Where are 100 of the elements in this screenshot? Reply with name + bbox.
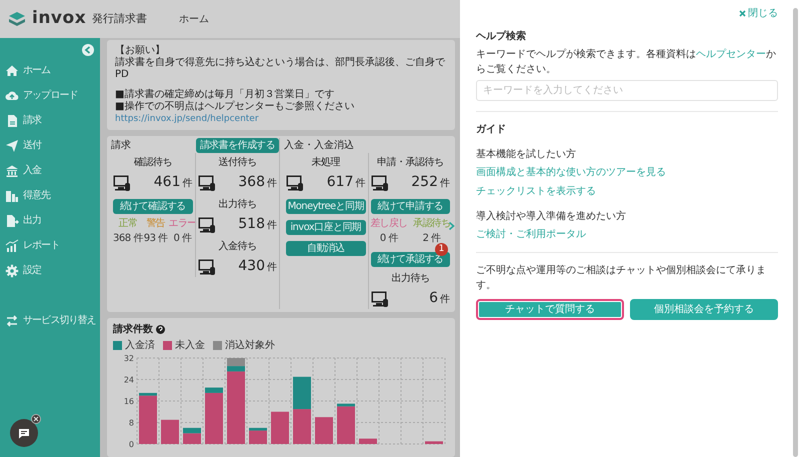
chat-button[interactable]: [10, 419, 38, 447]
metric-count: 6 件: [429, 289, 450, 308]
sidebar-item[interactable]: 設定: [0, 258, 100, 283]
y-tick-label: 32: [124, 354, 134, 363]
status-label: 警告: [146, 216, 165, 231]
file-export-icon: [5, 214, 19, 228]
contact-text: ご不明な点や運用等のご相談はチャットや個別相談会にて承ります。: [476, 264, 767, 293]
chart-title: 請求件数: [113, 322, 153, 337]
switch-arrows-icon: [5, 314, 19, 328]
action-button[interactable]: 続けて承認する: [370, 252, 450, 267]
help-icon: [156, 325, 165, 334]
action-button[interactable]: 続けて申請する: [370, 199, 450, 214]
breadcrumb[interactable]: ホーム: [179, 12, 210, 26]
scrollbar[interactable]: [793, 8, 798, 457]
legend-item[interactable]: 入金済: [113, 338, 155, 353]
search-field[interactable]: キーワードを入力してください: [476, 80, 778, 101]
metric-label: 未処理: [312, 156, 340, 170]
sidebar-item[interactable]: 出力: [0, 208, 100, 233]
home-icon: [5, 64, 19, 78]
contact-button[interactable]: チャットで質問する: [476, 299, 624, 320]
gear-icon: [5, 264, 19, 278]
expand-icon[interactable]: [448, 221, 455, 231]
close-icon: [33, 416, 39, 422]
metric-count: 368 件: [238, 173, 277, 192]
monitor-icon: [198, 216, 214, 232]
section-title: 請求: [111, 138, 131, 153]
chat-close-button[interactable]: [31, 414, 41, 424]
bank-icon: [5, 164, 19, 178]
y-tick-label: 0: [128, 440, 134, 449]
sidebar-item[interactable]: レポート: [0, 233, 100, 258]
action-button[interactable]: 続けて確認する: [113, 199, 192, 214]
logo-icon: [8, 11, 26, 27]
monitor-icon: [370, 174, 388, 190]
create-invoice-button[interactable]: 請求書を作成する: [196, 138, 279, 153]
guide-label: 基本機能を試したい方: [476, 148, 577, 162]
contact-button[interactable]: 個別相談会を予約する: [630, 299, 778, 320]
monitor-icon: [370, 290, 388, 306]
status-label: 差し戻し: [370, 216, 408, 231]
metric-count: 430 件: [238, 257, 277, 276]
metric-label: 出力待ち: [218, 198, 256, 212]
metric-count: 252 件: [411, 173, 450, 192]
sidebar-item[interactable]: 得意先: [0, 183, 100, 208]
help-center-link[interactable]: https://invox.jp/send/helpcenter: [115, 113, 259, 125]
action-button[interactable]: 自動消込: [286, 241, 366, 256]
action-button[interactable]: invox口座と同期: [286, 220, 366, 235]
status-count: 0 件: [380, 232, 398, 246]
notice-text: 【お願い】: [115, 45, 166, 56]
guide-link[interactable]: 画面構成と基本的な使い方のツアーを見る: [476, 167, 666, 178]
guide-label: 導入検討や導入準備を進めたい方: [476, 210, 627, 224]
collapse-icon[interactable]: [82, 44, 94, 56]
close-link[interactable]: 閉じる: [739, 6, 778, 21]
bar-segment: [315, 417, 333, 444]
metric-count: 518 件: [238, 215, 277, 234]
sidebar-item[interactable]: 入金: [0, 158, 100, 183]
monitor-icon: [113, 174, 130, 190]
action-button[interactable]: Moneytreeと同期: [286, 199, 366, 214]
sidebar-item[interactable]: 請求: [0, 108, 100, 133]
close-icon: [739, 10, 746, 17]
bar-chart-icon: [5, 238, 19, 252]
bar-segment: [293, 376, 311, 410]
bar-segment: [425, 441, 443, 444]
help-center-link[interactable]: ヘルプセンター: [696, 49, 766, 60]
document-icon: [5, 114, 19, 128]
bar-segment: [293, 409, 311, 444]
status-count: 0 件: [173, 232, 192, 246]
guide-link[interactable]: ご検討・ご利用ポータル: [476, 229, 586, 240]
metric-label: 申請・承認待ち: [377, 156, 444, 170]
buildings-icon: [5, 188, 19, 202]
sidebar-item[interactable]: 送付: [0, 133, 100, 158]
status-count: 93 件: [144, 232, 168, 246]
legend-item[interactable]: 未入金: [163, 338, 205, 353]
notice-text: ■操作での不明点はヘルプセンターもご参照ください: [115, 101, 356, 113]
cloud-upload-icon: [5, 88, 19, 102]
status-label: 承認待ち: [413, 216, 450, 231]
sidebar-item[interactable]: ホーム: [0, 58, 100, 83]
paper-plane-icon: [5, 138, 19, 152]
sidebar-item[interactable]: アップロード: [0, 83, 100, 108]
monitor-icon: [198, 174, 214, 190]
bar-segment: [161, 420, 179, 444]
metric-count: 461 件: [154, 173, 192, 192]
status-count: 2 件: [422, 232, 441, 244]
y-tick-label: 24: [124, 376, 134, 384]
metric-label: 出力待ち: [391, 272, 430, 286]
guide-link[interactable]: チェックリストを表示する: [476, 186, 596, 197]
status-label: 正常: [118, 216, 138, 231]
y-tick-label: 8: [128, 418, 134, 428]
metric-count: 617 件: [326, 173, 366, 192]
legend-item[interactable]: 消込対象外: [213, 338, 275, 353]
bar-segment: [359, 438, 377, 444]
sidebar-item[interactable]: サービス切り替え: [0, 308, 100, 333]
notice-text: 請求書を自身で得意先に持ち込むという場合は、部門長承認後、ご自身でPD: [115, 57, 446, 81]
metric-label: 送付待ち: [218, 156, 256, 170]
chat-icon: [18, 428, 30, 438]
section-title: 入金・入金消込: [284, 138, 354, 153]
monitor-icon: [198, 258, 214, 274]
section-heading: ガイド: [476, 123, 507, 137]
notice-text: ■請求書の確定締めは毎月「月初３営業日」です: [115, 89, 336, 100]
product-name: 発行請求書: [92, 10, 148, 27]
bar-segment: [271, 412, 289, 444]
logo-text: invox: [32, 7, 86, 30]
